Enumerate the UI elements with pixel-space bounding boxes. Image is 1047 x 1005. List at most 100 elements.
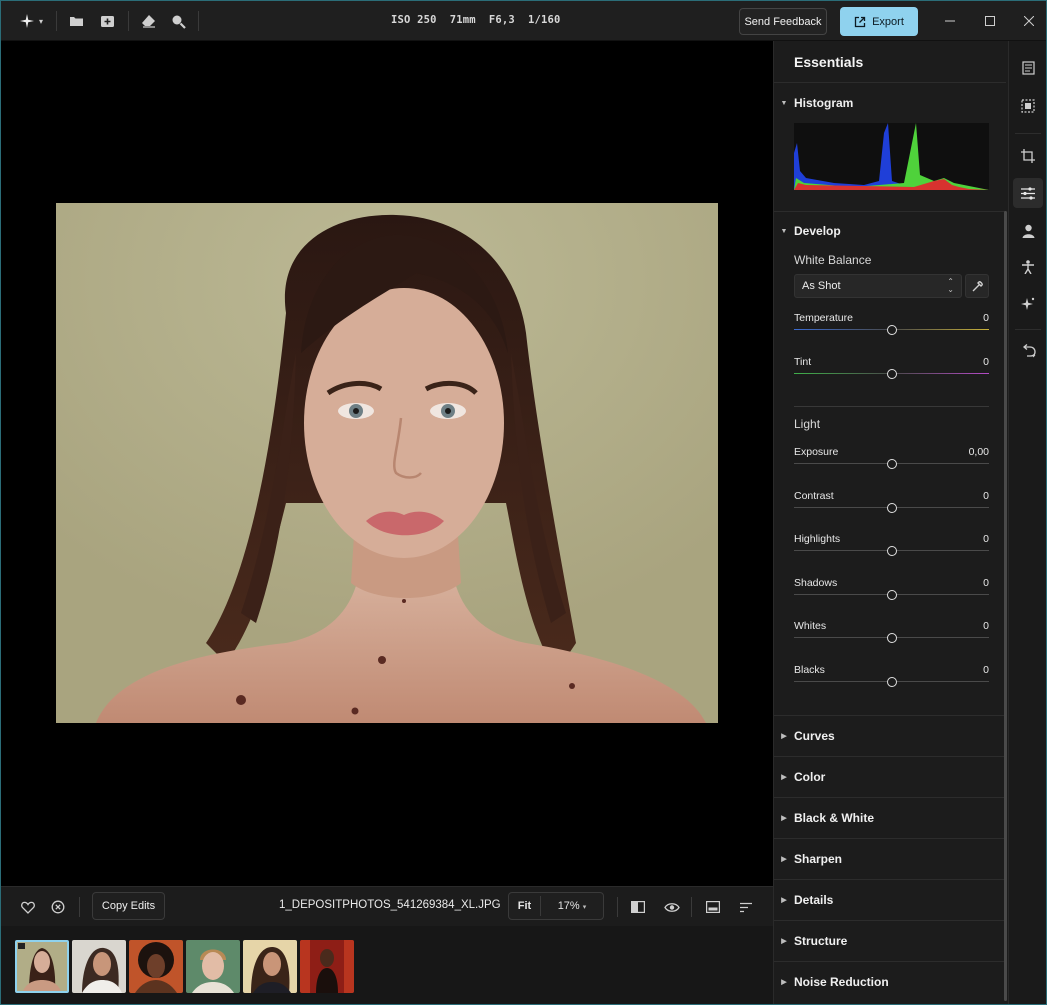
history-undo-icon[interactable] (1018, 341, 1038, 361)
contrast-slider[interactable]: Contrast 0 (794, 490, 989, 530)
portrait-icon[interactable] (1018, 221, 1038, 241)
section-sharpen[interactable]: ▶ Sharpen (774, 839, 1006, 879)
zoom-dropdown[interactable]: 17% ▾ (541, 900, 603, 912)
slider-value: 0 (983, 312, 989, 324)
search-icon[interactable] (168, 11, 188, 31)
filmstrip (1, 926, 773, 1004)
close-button[interactable] (1019, 12, 1039, 30)
photo-preview[interactable] (56, 203, 718, 723)
slider-label: Blacks (794, 664, 825, 676)
slider-label: Exposure (794, 446, 839, 458)
blacks-slider[interactable]: Blacks 0 (794, 664, 989, 704)
exposure-slider[interactable]: Exposure 0,00 (794, 446, 989, 486)
histogram-chart (794, 123, 989, 190)
thumbnail[interactable] (186, 940, 240, 993)
bottom-toolbar: Copy Edits 1_DEPOSITPHOTOS_541269384_XL.… (1, 886, 773, 926)
portrait-image (56, 203, 718, 723)
thumbnail[interactable] (72, 940, 126, 993)
toolbar-divider (617, 897, 618, 917)
eye-icon[interactable] (662, 897, 682, 917)
eyedropper-icon[interactable] (965, 274, 989, 298)
app-window: ▾ ISO 250 71mm F6,3 1/160 Send Feedback … (0, 0, 1047, 1005)
panel-scrollbar[interactable] (1004, 211, 1007, 1001)
exif-info: ISO 250 71mm F6,3 1/160 (391, 14, 561, 26)
select-region-icon[interactable] (1018, 96, 1038, 116)
fit-button[interactable]: Fit (509, 896, 541, 916)
sort-icon[interactable] (736, 897, 756, 917)
section-label: Color (794, 770, 826, 784)
section-histogram[interactable]: ▼ Histogram (774, 83, 1006, 123)
section-label: Black & White (794, 811, 875, 825)
slider-knob[interactable] (887, 677, 897, 687)
slider-label: Temperature (794, 312, 853, 324)
toolbar-divider (79, 897, 80, 917)
toolbar-divider (691, 897, 692, 917)
white-balance-select[interactable]: As Shot ⌃ ⌄ (794, 274, 962, 298)
section-structure[interactable]: ▶ Structure (774, 921, 1006, 961)
highlights-slider[interactable]: Highlights 0 (794, 533, 989, 573)
compare-icon[interactable] (628, 897, 648, 917)
divider (794, 406, 989, 407)
sparkle-icon[interactable] (1018, 294, 1038, 314)
section-color[interactable]: ▶ Color (774, 757, 1006, 797)
whites-slider[interactable]: Whites 0 (794, 620, 989, 660)
slider-knob[interactable] (887, 546, 897, 556)
send-feedback-button[interactable]: Send Feedback (739, 8, 827, 35)
chevron-down-icon[interactable]: ▾ (35, 11, 47, 31)
section-details[interactable]: ▶ Details (774, 880, 1006, 920)
crop-icon[interactable] (1018, 146, 1038, 166)
folder-icon[interactable] (66, 11, 86, 31)
maximize-button[interactable] (980, 12, 1000, 30)
image-canvas[interactable] (1, 41, 773, 886)
filmstrip-icon[interactable] (703, 897, 723, 917)
export-button[interactable]: Export (840, 7, 918, 36)
shadows-slider[interactable]: Shadows 0 (794, 577, 989, 617)
slider-knob[interactable] (887, 369, 897, 379)
slider-value: 0 (983, 356, 989, 368)
section-curves[interactable]: ▶ Curves (774, 716, 1006, 756)
section-label: Noise Reduction (794, 975, 889, 989)
heart-icon[interactable] (18, 897, 38, 917)
export-label: Export (872, 15, 904, 28)
zoom-value: 17% (557, 900, 580, 912)
slider-knob[interactable] (887, 325, 897, 335)
tint-slider[interactable]: Tint 0 (794, 356, 989, 396)
caret-right-icon: ▶ (781, 856, 787, 863)
toolbar-divider (1015, 329, 1041, 330)
thumbnail[interactable] (300, 940, 354, 993)
title-bar: ▾ ISO 250 71mm F6,3 1/160 Send Feedback … (1, 1, 1046, 41)
caret-down-icon: ▼ (780, 99, 788, 107)
file-name: 1_DEPOSITPHOTOS_541269384_XL.JPG (279, 899, 501, 911)
thumbnail[interactable] (243, 940, 297, 993)
toolbar-divider (128, 11, 129, 31)
temperature-slider[interactable]: Temperature 0 (794, 312, 989, 352)
section-noise-reduction[interactable]: ▶ Noise Reduction (774, 962, 1006, 1002)
adjustments-icon[interactable] (1018, 183, 1038, 203)
slider-knob[interactable] (887, 633, 897, 643)
slider-label: Contrast (794, 490, 834, 502)
caret-right-icon: ▶ (781, 815, 787, 822)
thumbnail-selected[interactable] (15, 940, 69, 993)
section-label: Histogram (794, 96, 854, 110)
app-logo-icon[interactable] (17, 11, 37, 31)
slider-knob[interactable] (887, 459, 897, 469)
copy-edits-button[interactable]: Copy Edits (92, 892, 165, 920)
slider-knob[interactable] (887, 503, 897, 513)
slider-knob[interactable] (887, 590, 897, 600)
eraser-icon[interactable] (138, 11, 158, 31)
body-icon[interactable] (1018, 257, 1038, 277)
caret-right-icon: ▶ (781, 897, 787, 904)
essentials-panel: Essentials ▼ Histogram ▼ Develop White B… (773, 41, 1008, 1004)
minimize-button[interactable] (940, 12, 960, 30)
section-develop[interactable]: ▼ Develop (774, 211, 1006, 251)
white-balance-value: As Shot (802, 280, 841, 292)
caret-down-icon: ▼ (780, 227, 788, 235)
reject-icon[interactable] (48, 897, 68, 917)
section-black-white[interactable]: ▶ Black & White (774, 798, 1006, 838)
thumbnail[interactable] (129, 940, 183, 993)
export-icon (854, 16, 866, 27)
import-icon[interactable] (97, 11, 117, 31)
presets-icon[interactable] (1018, 58, 1038, 78)
slider-value: 0,00 (968, 446, 989, 458)
slider-label: Whites (794, 620, 827, 632)
